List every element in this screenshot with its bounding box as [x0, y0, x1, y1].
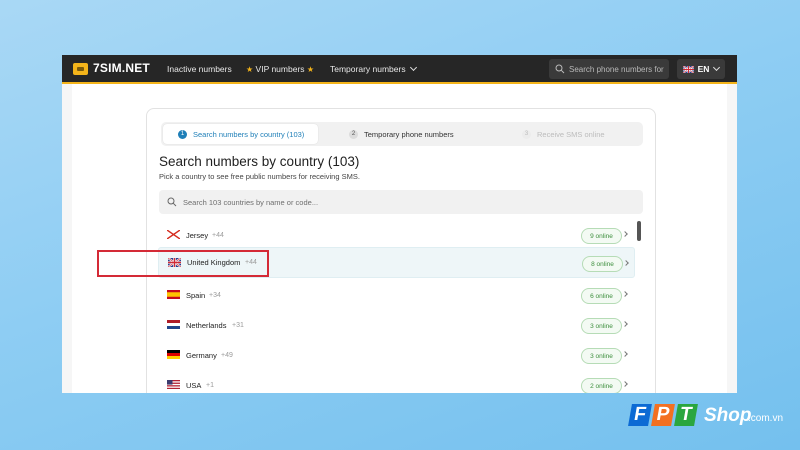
chevron-right-icon: [623, 260, 629, 266]
sim-card-icon[interactable]: [73, 63, 88, 75]
step-receive-sms-online: 3 Receive SMS online: [522, 124, 605, 144]
step-search-by-country[interactable]: 1 Search numbers by country (103): [163, 124, 318, 144]
star-icon: ★: [306, 65, 315, 74]
chevron-right-icon: [622, 351, 628, 357]
search-icon: [555, 64, 565, 74]
language-selector[interactable]: EN: [677, 59, 725, 79]
page-title: Search numbers by country (103): [159, 154, 360, 169]
usa-flag-icon: [167, 380, 180, 389]
country-name: USA: [186, 380, 202, 390]
step-number: 2: [349, 129, 358, 139]
chevron-right-icon: [622, 321, 628, 327]
spain-flag-icon: [167, 290, 180, 299]
country-row-germany[interactable]: Germany +49 3 online: [158, 341, 635, 369]
country-code: +31: [232, 321, 244, 329]
domain-wordmark: .com.vn: [748, 413, 784, 424]
highlight-box: [97, 250, 269, 277]
language-label: EN: [697, 64, 710, 74]
chevron-down-icon: [713, 63, 721, 71]
page-subtitle: Pick a country to see free public number…: [159, 172, 360, 181]
nav-vip-numbers[interactable]: ★ VIP numbers ★: [246, 64, 314, 74]
fpt-letter-f: F: [628, 404, 652, 426]
country-row-spain[interactable]: Spain +34 6 online: [158, 281, 635, 309]
star-icon: ★: [246, 65, 254, 74]
country-row-jersey[interactable]: Jersey +44 9 online: [158, 221, 635, 249]
country-row-usa[interactable]: USA +1 2 online: [158, 371, 635, 393]
country-name: Spain: [186, 290, 206, 300]
chevron-down-icon: [409, 63, 417, 72]
chevron-right-icon: [622, 231, 628, 237]
germany-flag-icon: [167, 350, 180, 359]
netherlands-flag-icon: [167, 320, 180, 329]
chevron-right-icon: [622, 381, 628, 387]
shop-wordmark: Shop: [704, 405, 752, 426]
nav-inactive-numbers[interactable]: Inactive numbers: [167, 64, 232, 74]
list-scrollbar[interactable]: [637, 221, 641, 241]
country-code: +49: [221, 351, 233, 359]
online-count-badge: 8 online: [582, 256, 623, 272]
online-count-badge: 3 online: [581, 348, 622, 364]
online-count-badge: 3 online: [581, 318, 622, 334]
site-logo[interactable]: 7SIM.NET: [93, 61, 150, 75]
country-row-netherlands[interactable]: Netherlands +31 3 online: [158, 311, 635, 339]
search-icon: [167, 197, 177, 207]
country-code: +34: [209, 291, 221, 299]
online-count-badge: 9 online: [581, 228, 622, 244]
fpt-shop-watermark: F P T Shop .com.vn: [626, 402, 791, 442]
header-search-input[interactable]: [569, 64, 664, 74]
online-count-badge: 2 online: [581, 378, 622, 393]
online-count-badge: 6 online: [581, 288, 622, 304]
step-label: Search numbers by country (103): [193, 129, 305, 139]
jersey-flag-icon: [167, 230, 180, 239]
country-code: +44: [212, 231, 224, 239]
browser-viewport: 7SIM.NET Inactive numbers ★ VIP numbers …: [62, 55, 737, 393]
fpt-letter-p: P: [651, 404, 675, 426]
chevron-right-icon: [622, 291, 628, 297]
step-label: Receive SMS online: [537, 129, 605, 139]
step-label: Temporary phone numbers: [364, 129, 454, 139]
header-search[interactable]: [549, 59, 669, 79]
country-name: Netherlands: [186, 320, 227, 330]
country-name: Jersey: [186, 230, 209, 240]
nav-temporary-numbers[interactable]: Temporary numbers: [330, 63, 417, 74]
step-number: 1: [178, 129, 187, 139]
nav-vip-label: VIP numbers: [255, 64, 305, 74]
country-search-input[interactable]: [183, 197, 583, 207]
country-name: Germany: [186, 350, 217, 360]
uk-flag-icon: [682, 65, 694, 73]
top-navbar: 7SIM.NET Inactive numbers ★ VIP numbers …: [62, 55, 737, 84]
step-temporary-phone-numbers[interactable]: 2 Temporary phone numbers: [349, 124, 454, 144]
steps-tabs: 1 Search numbers by country (103) 2 Temp…: [161, 122, 643, 146]
nav-temporary-label: Temporary numbers: [330, 64, 406, 74]
fpt-letter-t: T: [674, 404, 698, 426]
step-number: 3: [522, 129, 531, 139]
country-search[interactable]: [159, 190, 643, 214]
country-code: +1: [206, 381, 214, 389]
